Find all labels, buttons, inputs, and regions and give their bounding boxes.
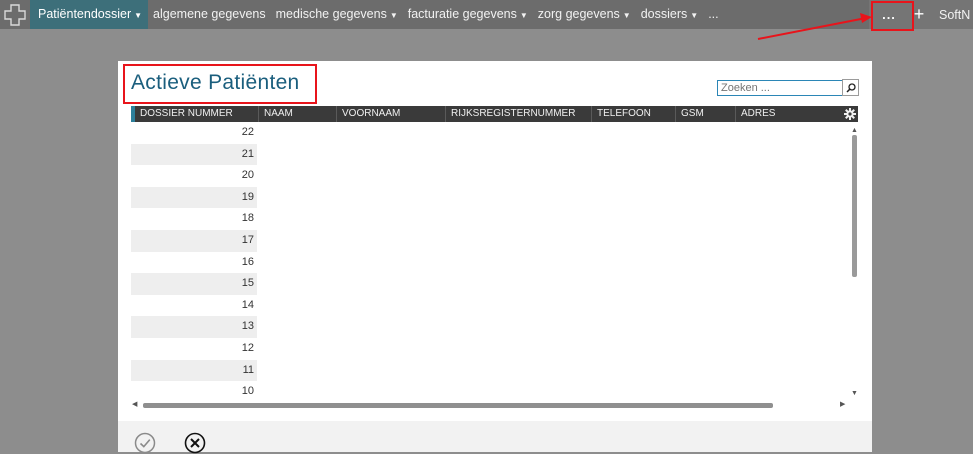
- top-nav-bar: Patiëntendossier ▼ algemene gegevens med…: [0, 0, 973, 29]
- scroll-up-icon[interactable]: ▲: [851, 127, 858, 134]
- dossier-number-cell: 10: [241, 385, 254, 398]
- column-header-adres[interactable]: ADRES: [736, 106, 836, 122]
- brand-label: SoftN: [939, 7, 971, 22]
- medical-cross-logo-icon[interactable]: [0, 0, 30, 29]
- nav-item-label: zorg gegevens: [537, 7, 620, 21]
- nav-item-label: facturatie gegevens: [407, 7, 517, 21]
- horizontal-scroll-thumb[interactable]: [143, 403, 773, 408]
- horizontal-scrollbar[interactable]: ◀ ▶: [131, 400, 858, 410]
- table-row[interactable]: 17: [131, 229, 854, 252]
- chevron-down-icon: ▼: [622, 11, 631, 20]
- nav-item-label: algemene gegevens: [153, 7, 266, 21]
- dossier-number-cell: 16: [241, 255, 254, 268]
- nav-item-dossiers[interactable]: dossiers ▼: [636, 0, 703, 29]
- cancel-close-icon[interactable]: [184, 432, 206, 454]
- chevron-down-icon: ▼: [134, 11, 143, 20]
- nav-item-facturatie-gegevens[interactable]: facturatie gegevens ▼: [403, 0, 533, 29]
- nav-item-label: ...: [708, 7, 719, 21]
- dossier-number-cell: 11: [131, 359, 257, 382]
- chevron-down-icon: ▼: [690, 11, 699, 20]
- column-header-gsm[interactable]: GSM: [676, 106, 736, 122]
- chevron-down-icon: ▼: [389, 11, 398, 20]
- nav-item-zorg-gegevens[interactable]: zorg gegevens ▼: [533, 0, 636, 29]
- table-row[interactable]: 14: [131, 295, 854, 317]
- column-header-voornaam[interactable]: VOORNAAM: [337, 106, 446, 122]
- search-button[interactable]: [842, 79, 859, 96]
- vertical-scrollbar[interactable]: ▲ ▼: [850, 127, 859, 399]
- scroll-left-icon[interactable]: ◀: [132, 400, 137, 408]
- page-title: Actieve Patiënten: [131, 71, 300, 94]
- column-header-dossier-nummer[interactable]: DOSSIER NUMMER: [135, 106, 259, 122]
- dossier-number-cell: 20: [241, 169, 254, 182]
- table-row[interactable]: 15: [131, 273, 854, 295]
- column-header-naam[interactable]: NAAM: [259, 106, 337, 122]
- vertical-scroll-thumb[interactable]: [852, 135, 857, 277]
- add-button[interactable]: +: [909, 0, 929, 29]
- confirm-check-icon[interactable]: [134, 432, 156, 454]
- nav-item-algemene-gegevens[interactable]: algemene gegevens: [148, 0, 271, 29]
- panel-footer: [118, 421, 872, 454]
- table-row[interactable]: 10: [131, 381, 854, 401]
- dossier-number-cell: 13: [131, 316, 257, 338]
- scroll-down-icon[interactable]: ▼: [851, 390, 858, 397]
- table-row[interactable]: 16: [131, 252, 854, 274]
- dossier-number-cell: 15: [131, 273, 257, 295]
- table-header: DOSSIER NUMMER NAAM VOORNAAM RIJKSREGIST…: [131, 106, 858, 122]
- dossier-number-cell: 18: [241, 212, 254, 225]
- chevron-down-icon: ▼: [519, 11, 528, 20]
- search-input[interactable]: [717, 80, 843, 96]
- table-row[interactable]: 19: [131, 186, 854, 209]
- gear-icon[interactable]: [842, 106, 858, 122]
- patients-table-body: 22 21 20 19 18 17 16 15 14 13 12 11 10: [131, 122, 854, 401]
- table-row[interactable]: 11: [131, 359, 854, 382]
- active-patients-panel: Actieve Patiënten DOSSIER NUMMER NAAM VO…: [118, 61, 872, 421]
- nav-item-medische-gegevens[interactable]: medische gegevens ▼: [271, 0, 403, 29]
- table-row[interactable]: 21: [131, 143, 854, 166]
- dossier-number-cell: 22: [241, 126, 254, 138]
- nav-item-overflow[interactable]: ...: [703, 0, 723, 29]
- dossier-number-cell: 19: [131, 186, 257, 209]
- table-row[interactable]: 22: [131, 122, 854, 144]
- table-row[interactable]: 18: [131, 208, 854, 230]
- nav-item-label: medische gegevens: [275, 7, 387, 21]
- nav-item-label: dossiers: [640, 7, 688, 21]
- dossier-number-cell: 17: [131, 229, 257, 252]
- dossier-number-cell: 12: [241, 341, 254, 354]
- nav-item-patientendossier[interactable]: Patiëntendossier ▼: [30, 0, 149, 29]
- dossier-number-cell: 21: [131, 143, 257, 166]
- column-header-telefoon[interactable]: TELEFOON: [592, 106, 676, 122]
- topbar-actions: ... + SoftN: [869, 0, 973, 29]
- column-header-rijksregisternummer[interactable]: RIJKSREGISTERNUMMER: [446, 106, 592, 122]
- table-row[interactable]: 12: [131, 338, 854, 360]
- table-row[interactable]: 20: [131, 165, 854, 187]
- nav-item-label: Patiëntendossier: [38, 7, 132, 21]
- more-button[interactable]: ...: [869, 0, 909, 29]
- scroll-right-icon[interactable]: ▶: [840, 400, 845, 408]
- table-row[interactable]: 13: [131, 316, 854, 338]
- dossier-number-cell: 14: [241, 298, 254, 311]
- search-icon: [845, 82, 856, 93]
